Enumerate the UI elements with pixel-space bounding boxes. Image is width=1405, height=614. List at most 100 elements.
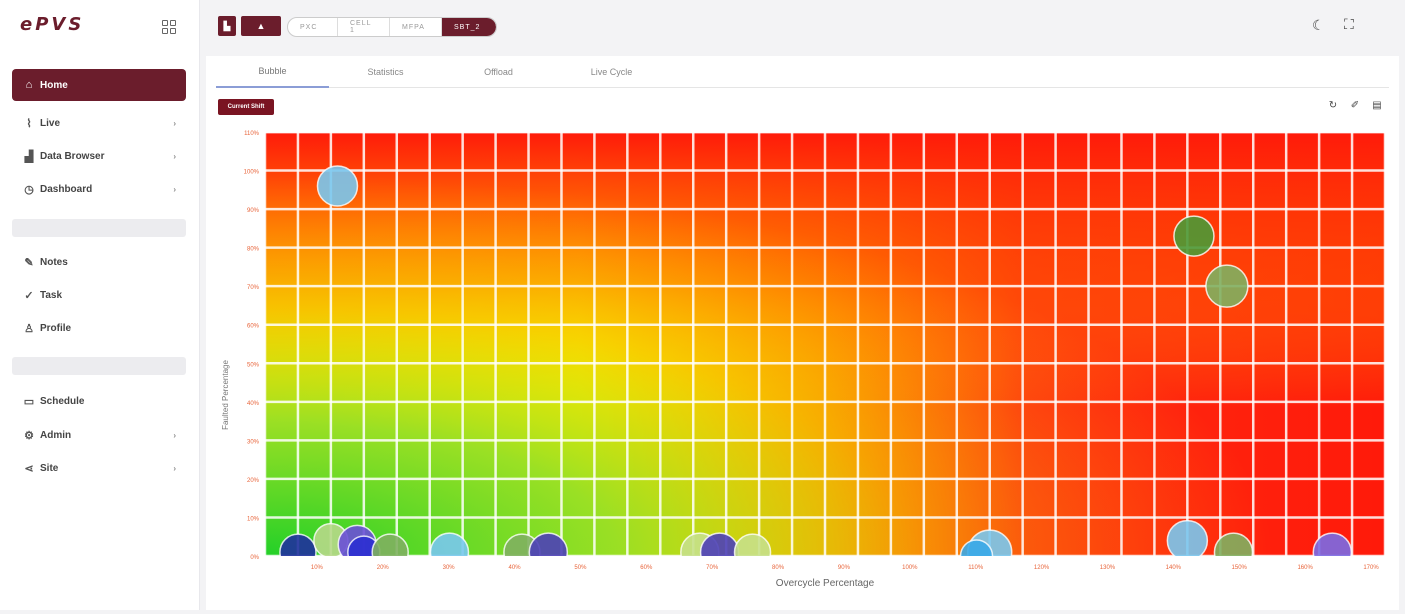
y-tick-label: 110%	[244, 131, 260, 137]
bubble-point	[733, 533, 772, 556]
x-tick-label: 170%	[1363, 565, 1379, 571]
chevron-right-icon: ›	[173, 151, 176, 161]
sidebar-item-admin[interactable]: ⚙ Admin ›	[12, 420, 186, 450]
x-axis-label: Overcycle Percentage	[776, 578, 875, 589]
sidebar-item-dashboard[interactable]: ◷ Dashboard ›	[12, 174, 186, 204]
check-circle-icon: ✓	[24, 289, 34, 302]
sidebar-item-label: Schedule	[40, 395, 85, 407]
y-tick-label: 50%	[247, 362, 260, 368]
bubble-point	[1312, 532, 1353, 556]
sidebar-item-profile[interactable]: ♙ Profile	[12, 313, 186, 343]
x-tick-label: 40%	[509, 565, 522, 571]
x-tick-label: 110%	[968, 565, 984, 571]
apps-grid-icon[interactable]	[162, 20, 176, 34]
x-tick-label: 80%	[772, 565, 785, 571]
y-tick-label: 60%	[247, 324, 260, 330]
y-tick-label: 100%	[244, 170, 260, 176]
tab-offload[interactable]: Offload	[442, 56, 555, 88]
x-tick-label: 140%	[1166, 565, 1182, 571]
bubble-point	[1173, 215, 1215, 257]
user-icon: ♙	[24, 322, 34, 335]
x-tick-label: 120%	[1034, 565, 1050, 571]
sidebar-section-divider	[12, 357, 186, 375]
sidebar-item-label: Home	[40, 79, 68, 91]
table-icon[interactable]: ▤	[1371, 100, 1383, 111]
x-tick-label: 90%	[838, 565, 851, 571]
tab-bubble[interactable]: Bubble	[216, 56, 329, 88]
y-tick-label: 0%	[250, 555, 259, 561]
sidebar-item-label: Admin	[40, 429, 72, 441]
edit-icon: ✎	[24, 256, 34, 269]
sidebar-item-site[interactable]: ⋖ Site ›	[12, 453, 186, 483]
x-tick-label: 150%	[1232, 565, 1248, 571]
chevron-right-icon: ›	[173, 118, 176, 128]
view-tabs: Bubble Statistics Offload Live Cycle	[216, 56, 1389, 88]
y-tick-label: 90%	[247, 208, 260, 214]
refresh-icon[interactable]: ↻	[1327, 100, 1339, 111]
bubble-point	[1166, 519, 1209, 556]
app-logo[interactable]: ePVS	[20, 14, 84, 35]
sidebar-item-live[interactable]: ⌇ Live ›	[12, 108, 186, 138]
x-axis-ticks: 10% 20% 30% 40% 50% 60% 70% 80% 90% 100% 110% 120% 1…	[311, 565, 1379, 571]
x-tick-label: 100%	[902, 565, 918, 571]
sidebar-item-home[interactable]: ⌂ Home	[12, 69, 186, 101]
bar-chart-icon: ▟	[24, 150, 34, 163]
sidebar-item-notes[interactable]: ✎ Notes	[12, 247, 186, 277]
tab-live-cycle[interactable]: Live Cycle	[555, 56, 668, 88]
factory-button[interactable]: ▙	[218, 16, 236, 36]
sidebar-item-label: Profile	[40, 322, 72, 334]
x-tick-label: 70%	[706, 565, 719, 571]
x-tick-label: 30%	[443, 565, 456, 571]
sidebar-item-label: Notes	[40, 256, 68, 268]
chart-toolbar: ↻ ✐ ▤	[1327, 100, 1383, 111]
top-bar: ▙ ▲ PXC CELL 1 MFPA SBT_2 ☾ ⛶	[200, 0, 1405, 56]
sidebar-item-label: Task	[40, 289, 63, 301]
sidebar-item-schedule[interactable]: ▭ Schedule	[12, 386, 186, 416]
breadcrumb-item[interactable]: MFPA	[390, 18, 442, 36]
sidebar-section-divider	[12, 219, 186, 237]
factory-icon: ▙	[223, 20, 231, 31]
current-shift-button[interactable]: Current Shift	[218, 99, 274, 115]
chevron-right-icon: ›	[173, 184, 176, 194]
sidebar-item-label: Live	[40, 117, 61, 129]
sidebar-item-task[interactable]: ✓ Task	[12, 280, 186, 310]
y-tick-label: 10%	[247, 516, 260, 522]
tab-statistics[interactable]: Statistics	[329, 56, 442, 88]
chevron-right-icon: ›	[173, 463, 176, 473]
location-icon: ▲	[256, 21, 266, 31]
chevron-right-icon: ›	[173, 430, 176, 440]
bubble-point	[316, 165, 359, 207]
x-tick-label: 10%	[311, 565, 324, 571]
x-tick-label: 50%	[574, 565, 587, 571]
x-tick-label: 160%	[1297, 565, 1313, 571]
breadcrumb-item[interactable]: PXC	[288, 18, 338, 36]
sidebar-item-label: Site	[40, 462, 59, 474]
breadcrumb-item-current[interactable]: SBT_2	[442, 18, 496, 36]
x-tick-label: 20%	[377, 565, 390, 571]
bubble-point	[1205, 264, 1249, 308]
pin-icon[interactable]: ✐	[1349, 100, 1361, 111]
y-tick-label: 30%	[247, 439, 260, 445]
main-content: Bubble Statistics Offload Live Cycle Cur…	[206, 56, 1399, 610]
home-icon: ⌂	[25, 79, 33, 91]
rss-icon: ⌇	[26, 117, 32, 130]
y-tick-label: 70%	[247, 285, 260, 291]
y-tick-label: 80%	[247, 247, 260, 253]
bubble-point	[528, 532, 569, 556]
dark-mode-icon[interactable]: ☾	[1312, 17, 1325, 34]
breadcrumb-item[interactable]: CELL 1	[338, 18, 390, 36]
bubble-chart: 0% 10% 20% 30% 40% 50% 60% 70% 80% 90% 100% 110% 10…	[221, 130, 1387, 589]
gear-icon: ⚙	[24, 429, 34, 442]
y-tick-label: 20%	[247, 478, 260, 484]
calendar-icon: ▭	[23, 395, 35, 408]
sidebar-item-label: Dashboard	[40, 183, 93, 195]
sidebar-item-label: Data Browser	[40, 150, 105, 162]
x-tick-label: 60%	[640, 565, 653, 571]
clock-icon: ◷	[24, 183, 34, 196]
y-axis-ticks: 0% 10% 20% 30% 40% 50% 60% 70% 80% 90% 100% 110%	[244, 131, 260, 561]
fullscreen-icon[interactable]: ⛶	[1344, 16, 1354, 33]
app-root: ePVS ⌂ Home ⌇ Live › ▟ Data Browser › ◷ …	[0, 0, 1405, 614]
location-button[interactable]: ▲	[241, 16, 281, 36]
sidebar-item-data-browser[interactable]: ▟ Data Browser ›	[12, 141, 186, 171]
sidebar: ePVS ⌂ Home ⌇ Live › ▟ Data Browser › ◷ …	[0, 0, 200, 610]
